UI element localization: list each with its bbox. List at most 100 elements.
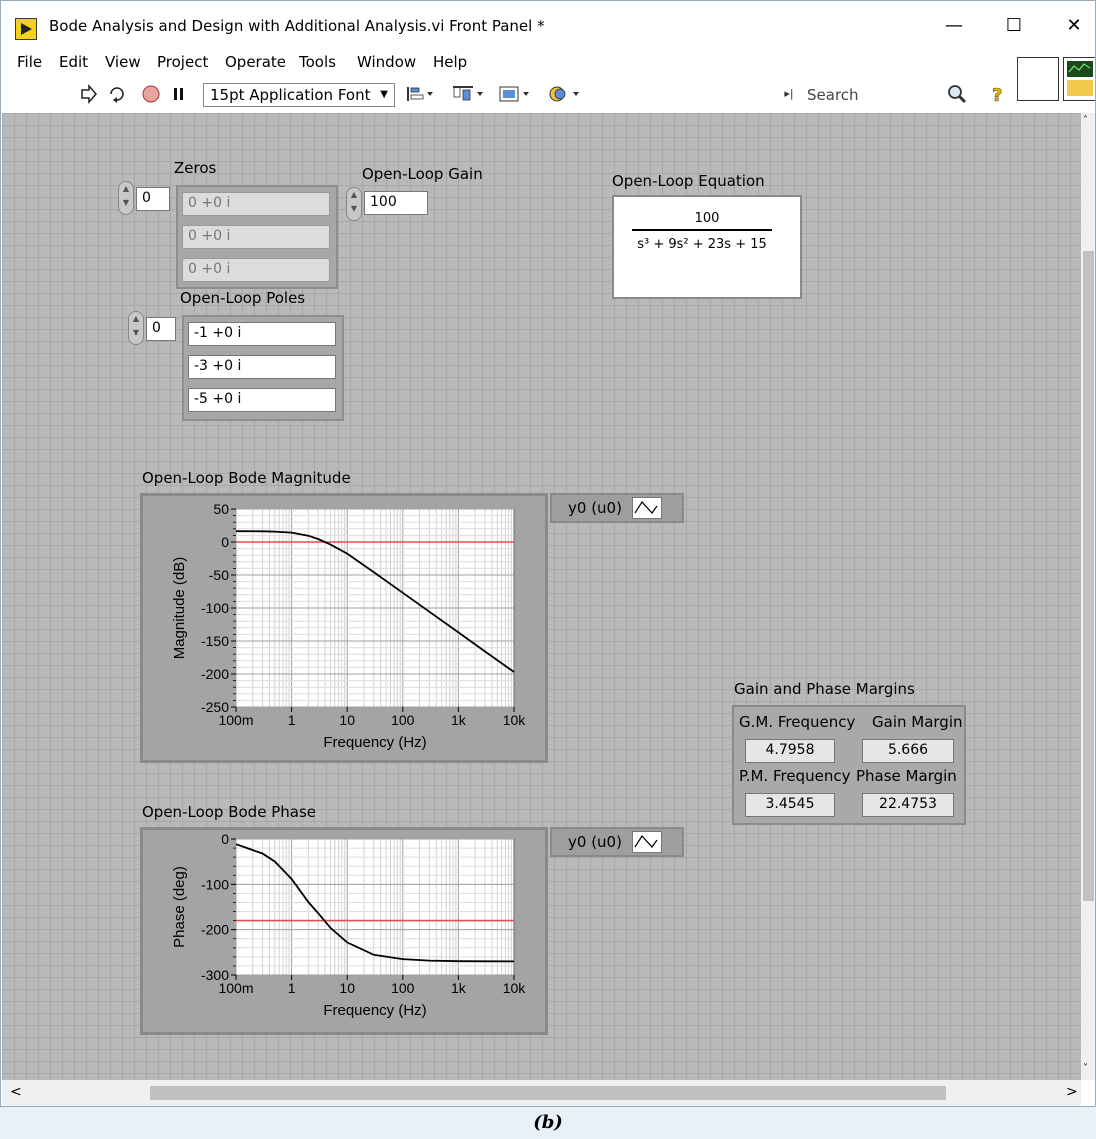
- y-axis-label: Magnitude (dB): [171, 557, 188, 660]
- run-arrow-icon[interactable]: [79, 84, 99, 104]
- help-icon[interactable]: ?: [987, 84, 1007, 107]
- x-axis-label: Frequency (Hz): [323, 1002, 426, 1019]
- align-icon[interactable]: [405, 84, 435, 104]
- scroll-up-icon[interactable]: ˄: [1083, 115, 1088, 126]
- menu-help[interactable]: Help: [433, 53, 467, 71]
- distribute-icon[interactable]: [451, 84, 487, 104]
- zero-value-2[interactable]: 0 +0 i: [182, 225, 330, 249]
- minimize-button[interactable]: —: [931, 9, 977, 43]
- scroll-right-icon[interactable]: >: [1066, 1084, 1078, 1100]
- y-axis-label: Phase (deg): [171, 866, 188, 948]
- gm-frequency-label: G.M. Frequency: [739, 713, 856, 731]
- x-tick-label: 100m: [218, 712, 253, 728]
- gain-label: Open-Loop Gain: [362, 165, 483, 183]
- margins-label: Gain and Phase Margins: [734, 680, 915, 698]
- equation-numerator: 100: [694, 211, 720, 226]
- connector-pane: [1017, 53, 1095, 105]
- vi-icon[interactable]: [1063, 57, 1095, 101]
- y-tick-label: -200: [201, 922, 229, 938]
- close-button[interactable]: ✕: [1051, 9, 1095, 43]
- margins-cluster: G.M. Frequency Gain Margin 4.7958 5.666 …: [732, 705, 966, 825]
- poles-index[interactable]: 0: [146, 317, 176, 341]
- connector-pane-icon[interactable]: [1017, 57, 1059, 101]
- zero-value-3[interactable]: 0 +0 i: [182, 258, 330, 282]
- poles-label: Open-Loop Poles: [180, 289, 306, 307]
- menu-edit[interactable]: Edit: [59, 53, 88, 71]
- legend-line-icon: [632, 497, 662, 519]
- zero-value-1[interactable]: 0 +0 i: [182, 192, 330, 216]
- phase-margin-label: Phase Margin: [856, 767, 957, 785]
- horizontal-scroll-thumb[interactable]: [150, 1086, 946, 1100]
- y-tick-label: -100: [201, 876, 229, 892]
- search-placeholder: Search: [807, 86, 859, 104]
- vertical-scroll-thumb[interactable]: [1083, 251, 1094, 901]
- gain-spinner[interactable]: ▲ ▼: [346, 187, 362, 221]
- x-tick-label: 100m: [218, 980, 253, 996]
- maximize-button[interactable]: ☐: [991, 9, 1037, 43]
- x-tick-label: 100: [391, 980, 415, 996]
- menu-project[interactable]: Project: [157, 53, 208, 71]
- search-icon[interactable]: [947, 84, 967, 104]
- pole-value-1[interactable]: -1 +0 i: [188, 322, 336, 346]
- gain-margin-label: Gain Margin: [872, 713, 963, 731]
- x-tick-label: 1: [288, 712, 296, 728]
- y-tick-label: -100: [201, 600, 229, 616]
- reorder-icon[interactable]: [547, 84, 583, 104]
- pm-frequency-value: 3.4545: [745, 793, 835, 817]
- run-continuously-icon[interactable]: [107, 84, 127, 104]
- scroll-left-icon[interactable]: <: [10, 1084, 22, 1100]
- gain-field[interactable]: 100: [364, 191, 428, 215]
- pole-value-3[interactable]: -5 +0 i: [188, 388, 336, 412]
- svg-text:?: ?: [992, 85, 1002, 104]
- abort-icon[interactable]: [141, 84, 161, 104]
- menu-window[interactable]: Window: [357, 53, 416, 71]
- y-tick-label: -50: [209, 567, 229, 583]
- x-tick-label: 1k: [451, 980, 467, 996]
- phase-legend[interactable]: y0 (u0): [550, 827, 684, 857]
- horizontal-scrollbar[interactable]: < >: [2, 1080, 1081, 1106]
- y-tick-label: 0: [221, 534, 229, 550]
- gain-margin-value: 5.666: [862, 739, 954, 763]
- x-tick-label: 1: [288, 980, 296, 996]
- phase-plot-title: Open-Loop Bode Phase: [142, 803, 316, 821]
- figure-caption: (b): [533, 1112, 563, 1133]
- phase-margin-value: 22.4753: [862, 793, 954, 817]
- menu-view[interactable]: View: [105, 53, 141, 71]
- resize-icon[interactable]: [497, 84, 533, 104]
- zeros-label: Zeros: [174, 159, 217, 177]
- font-select[interactable]: 15pt Application Font ▼: [203, 83, 395, 107]
- y-tick-label: -200: [201, 666, 229, 682]
- zeros-index-spinner[interactable]: ▲ ▼: [118, 181, 134, 215]
- scroll-down-icon[interactable]: ˅: [1083, 1063, 1088, 1074]
- chevron-down-icon: ▼: [380, 89, 388, 100]
- labview-window: Bode Analysis and Design with Additional…: [0, 0, 1096, 1107]
- menu-file[interactable]: File: [17, 53, 42, 71]
- menu-operate[interactable]: Operate: [225, 53, 286, 71]
- zeros-index[interactable]: 0: [136, 187, 170, 211]
- toolbar: 15pt Application Font ▼ ▸| Search ?: [1, 80, 1011, 110]
- title-bar: Bode Analysis and Design with Additional…: [1, 1, 1095, 47]
- equation-denominator: s³ + 9s² + 23s + 15: [637, 237, 767, 252]
- poles-index-spinner[interactable]: ▲ ▼: [128, 311, 144, 345]
- magnitude-chart: 500-50-100-150-200-250100m 1 10 100 1k 10kFre…: [171, 501, 527, 751]
- phase-legend-label: y0 (u0): [568, 833, 622, 851]
- equation-display: 100 s³ + 9s² + 23s + 15: [612, 195, 802, 299]
- x-tick-label: 10k: [503, 980, 527, 996]
- y-tick-label: 0: [221, 831, 229, 847]
- pause-icon[interactable]: [169, 84, 189, 104]
- y-tick-label: 50: [213, 501, 229, 517]
- x-tick-label: 10: [339, 712, 355, 728]
- magnitude-plot-title: Open-Loop Bode Magnitude: [142, 469, 351, 487]
- menu-tools[interactable]: Tools: [299, 53, 336, 71]
- x-tick-label: 10: [339, 980, 355, 996]
- pole-value-2[interactable]: -3 +0 i: [188, 355, 336, 379]
- vertical-scrollbar[interactable]: ˄ ˅: [1081, 113, 1095, 1080]
- x-tick-label: 10k: [503, 712, 527, 728]
- magnitude-legend[interactable]: y0 (u0): [550, 493, 684, 523]
- search-input[interactable]: Search: [787, 86, 955, 106]
- gm-frequency-value: 4.7958: [745, 739, 835, 763]
- phase-chart: 0-100-200-300100m 1 10 100 1k 10kFrequency (H…: [171, 831, 527, 1019]
- window-title: Bode Analysis and Design with Additional…: [49, 17, 545, 35]
- font-select-value: 15pt Application Font: [210, 86, 371, 104]
- x-tick-label: 100: [391, 712, 415, 728]
